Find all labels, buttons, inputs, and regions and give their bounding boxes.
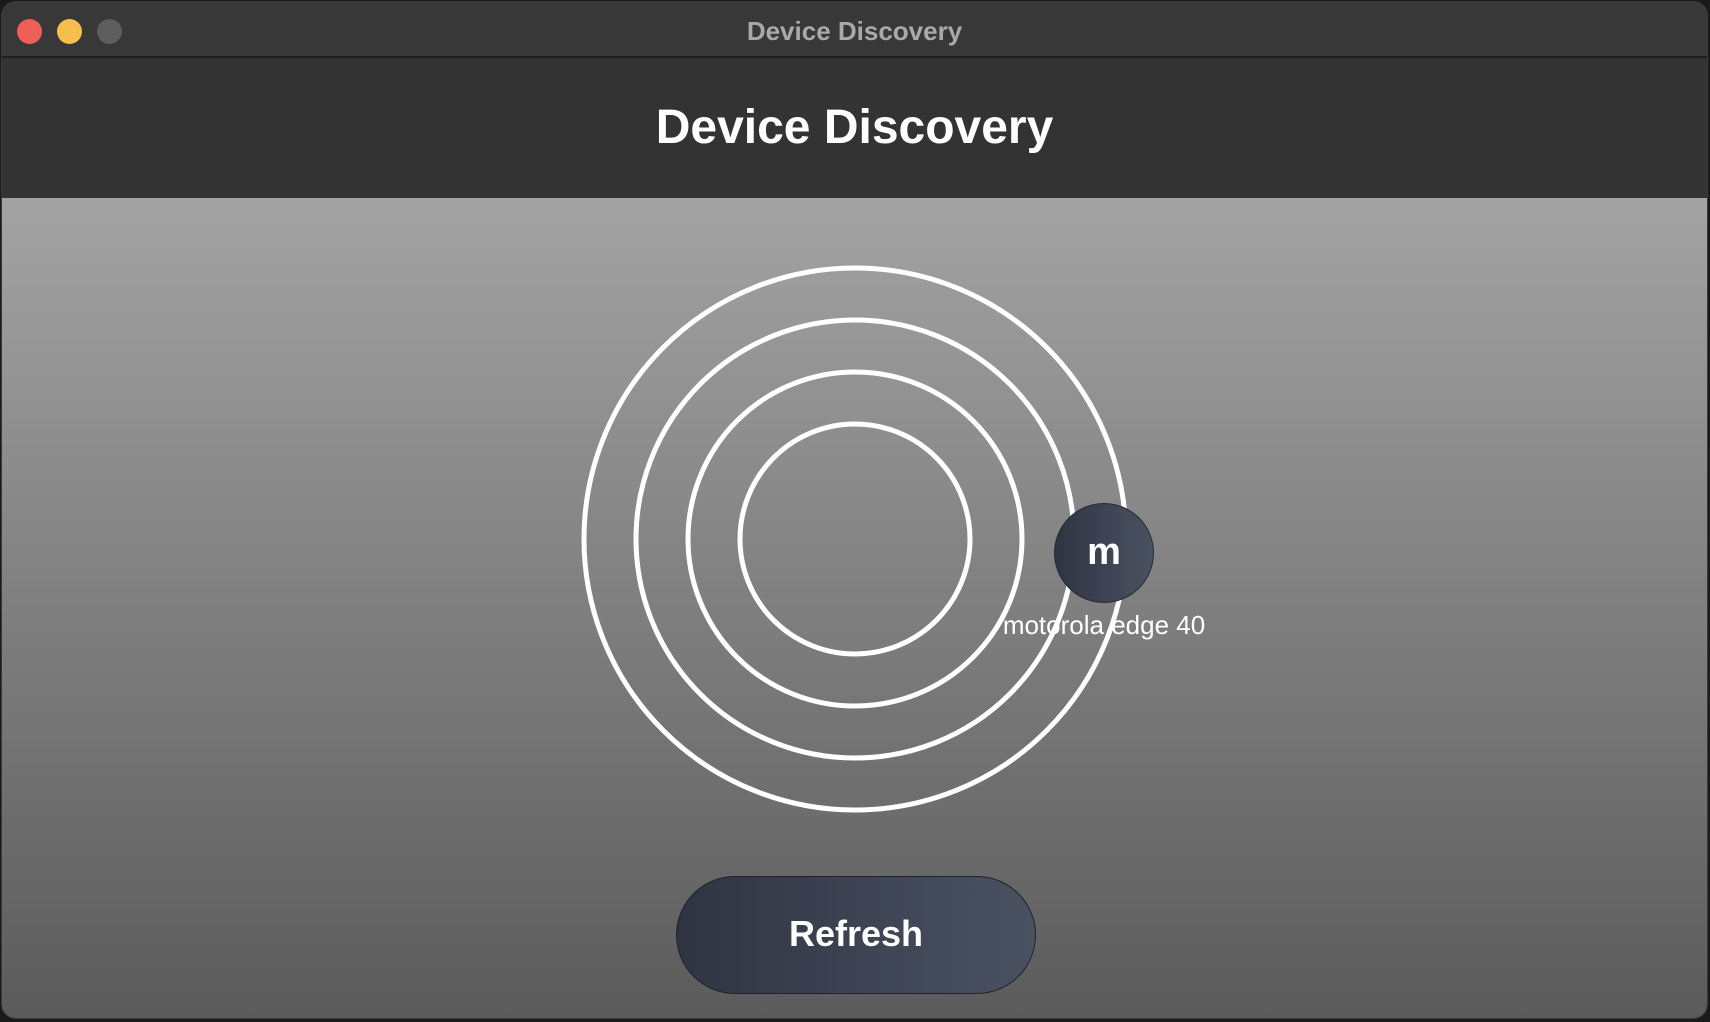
radar-ring-outer	[581, 265, 1129, 813]
window-title: Device Discovery	[746, 16, 963, 46]
app-window: Device Discovery Device Discovery m moto…	[2, 2, 1707, 1018]
app-header: Device Discovery	[2, 58, 1707, 198]
title-bar[interactable]: Device Discovery	[2, 2, 1707, 58]
device-name-label: motorola edge 40	[1002, 610, 1206, 640]
radar-ring-third	[633, 317, 1077, 761]
page-title: Device Discovery	[655, 101, 1054, 154]
discovery-area: m motorola edge 40 Refresh	[2, 198, 1707, 1018]
refresh-button[interactable]: Refresh	[676, 876, 1036, 994]
radar-ring-inner	[737, 421, 973, 657]
device-avatar[interactable]: m	[1054, 503, 1154, 603]
